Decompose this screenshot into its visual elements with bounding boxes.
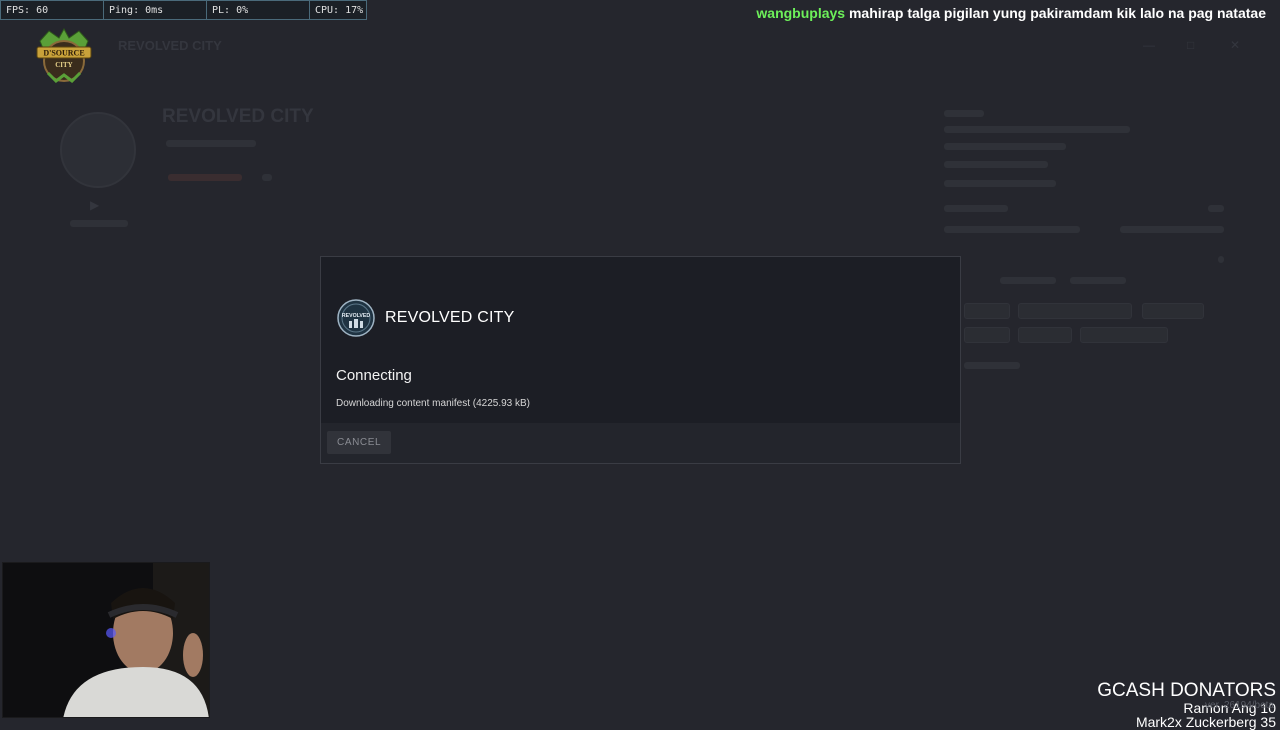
version-label: ver. 26194/beta	[1205, 700, 1274, 711]
dialog-title: REVOLVED CITY	[385, 309, 515, 326]
connecting-dialog: REVOLVED REVOLVED CITY Connecting Downlo…	[320, 256, 961, 464]
background-tag	[964, 303, 1010, 319]
background-text-line	[944, 226, 1080, 233]
background-text-line	[964, 362, 1020, 369]
background-text-line	[944, 205, 1008, 212]
background-tag	[1018, 303, 1132, 319]
background-server-title: REVOLVED CITY	[162, 106, 314, 127]
background-tag	[964, 327, 1010, 343]
close-icon: ✕	[1230, 38, 1241, 52]
performance-overlay: FPS: 60 Ping: 0ms PL: 0% CPU: 17%	[0, 0, 367, 22]
background-text-line	[70, 220, 128, 227]
background-text-line	[944, 126, 1130, 133]
ping-readout: Ping: 0ms	[103, 0, 207, 20]
server-icon-text: REVOLVED	[342, 313, 370, 319]
minimize-icon: —	[1143, 38, 1155, 52]
chat-username: wangbuplays	[756, 5, 846, 21]
background-topbar-title: REVOLVED CITY	[118, 38, 222, 53]
cpu-readout: CPU: 17%	[309, 0, 367, 20]
stream-logo: D'SOURCE CITY	[36, 27, 92, 83]
background-text-line	[944, 180, 1056, 187]
background-text-line	[1000, 277, 1056, 284]
fps-readout: FPS: 60	[0, 0, 104, 20]
download-detail: Downloading content manifest (4225.93 kB…	[336, 398, 531, 409]
logo-bottom-text: CITY	[55, 61, 73, 69]
server-icon: REVOLVED	[337, 299, 375, 337]
dialog-header: REVOLVED REVOLVED CITY	[337, 299, 514, 337]
background-tag	[1142, 303, 1204, 319]
webcam-feed	[2, 562, 210, 718]
background-text-line	[1218, 256, 1224, 263]
background-server-icon	[60, 112, 136, 188]
logo-top-text: D'SOURCE	[43, 49, 84, 58]
background-text-line	[944, 110, 984, 117]
donator-line: Mark2x Zuckerberg 35	[1135, 714, 1276, 730]
background-text-line	[262, 174, 272, 181]
background-text-line	[1120, 226, 1224, 233]
maximize-icon: □	[1187, 38, 1195, 52]
chat-text: mahirap talga pigilan yung pakiramdam ki…	[848, 5, 1266, 21]
donators-title: GCASH DONATORS	[1097, 680, 1276, 701]
background-text-line	[944, 143, 1066, 150]
chat-message: wangbuplays mahirap talga pigilan yung p…	[756, 5, 1266, 21]
background-text-line	[1070, 277, 1126, 284]
background-text-line	[1208, 205, 1224, 212]
background-warning-line	[168, 174, 242, 181]
background-tag	[1018, 327, 1072, 343]
connection-status: Connecting	[336, 367, 412, 384]
packet-loss-readout: PL: 0%	[206, 0, 310, 20]
play-icon: ▶	[90, 198, 100, 212]
background-text-line	[166, 140, 256, 147]
dialog-footer: CANCEL	[321, 423, 960, 463]
background-text-line	[944, 161, 1048, 168]
cancel-button[interactable]: CANCEL	[327, 431, 392, 454]
webcam-image	[3, 563, 209, 717]
background-tag	[1080, 327, 1168, 343]
